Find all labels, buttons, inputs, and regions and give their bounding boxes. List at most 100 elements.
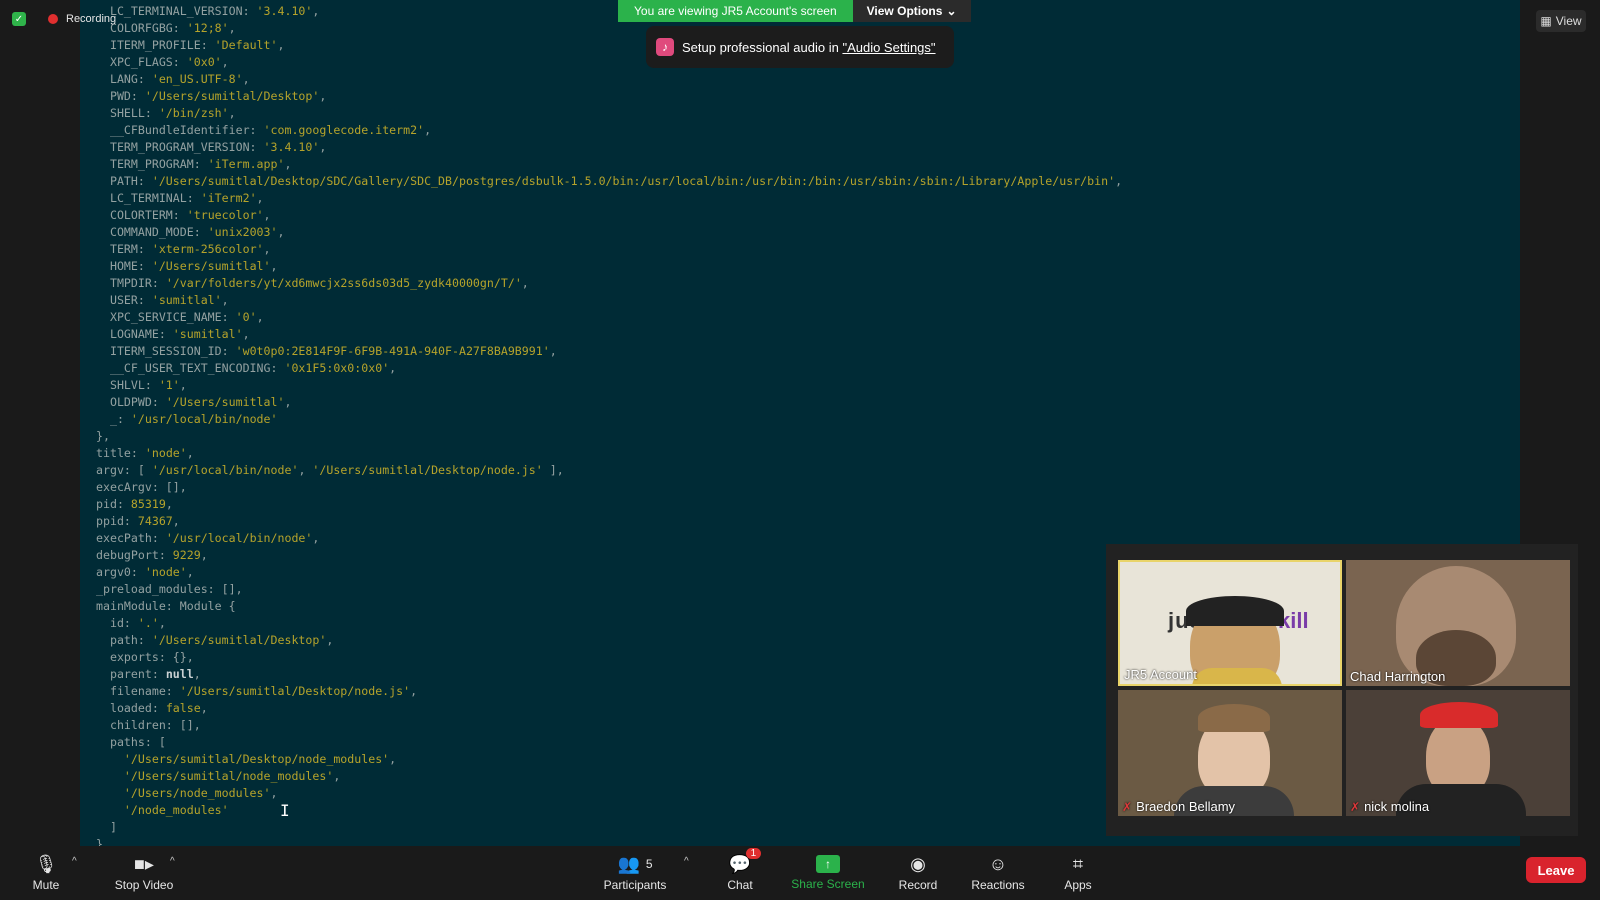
- audio-notification: ♪ Setup professional audio in "Audio Set…: [646, 26, 954, 68]
- terminal-line: id: '.',: [96, 616, 166, 630]
- participants-caret-icon[interactable]: ^: [684, 856, 689, 867]
- text-cursor-icon: I: [280, 801, 290, 820]
- chat-badge: 1: [745, 848, 762, 859]
- terminal-line: __CF_USER_TEXT_ENCODING: '0x1F5:0x0:0x0'…: [96, 361, 397, 375]
- chat-button[interactable]: 💬 1 Chat: [722, 846, 762, 900]
- participant-name-text: nick molina: [1364, 799, 1430, 814]
- terminal-line: parent: null,: [96, 667, 201, 681]
- terminal-line: path: '/Users/sumitlal/Desktop',: [96, 633, 334, 647]
- participants-button[interactable]: 👥 5 Participants: [600, 846, 670, 900]
- terminal-line: __CFBundleIdentifier: 'com.googlecode.it…: [96, 123, 432, 137]
- terminal-line: paths: [: [96, 735, 166, 749]
- terminal-line: '/Users/sumitlal/Desktop/node_modules',: [123, 752, 397, 766]
- share-screen-label: Share Screen: [791, 877, 865, 891]
- apps-button[interactable]: ⌗ Apps: [1058, 846, 1098, 900]
- participant-cap: [1420, 702, 1498, 728]
- participant-shirt: [1192, 668, 1282, 684]
- video-tile[interactable]: Chad Harrington: [1346, 560, 1570, 686]
- terminal-line: XPC_FLAGS: '0x0',: [96, 55, 229, 69]
- terminal-line: loaded: false,: [96, 701, 208, 715]
- terminal-line: exports: {},: [96, 650, 194, 664]
- terminal-line: filename: '/Users/sumitlal/Desktop/node.…: [96, 684, 418, 698]
- apps-icon: ⌗: [1072, 853, 1084, 874]
- terminal-line: COMMAND_MODE: 'unix2003',: [96, 225, 285, 239]
- terminal-line: '/node_modules': [123, 803, 229, 817]
- mute-label: Mute: [32, 878, 60, 892]
- microphone-icon: 🎙: [34, 853, 58, 874]
- video-options-caret-icon[interactable]: ^: [170, 856, 175, 867]
- meeting-toolbar: 🎙 Mute ^ ■▸ Stop Video ^ 👥 5 Participants…: [0, 846, 1600, 900]
- participant-name: ✗ Braedon Bellamy: [1122, 799, 1235, 814]
- chat-icon: 💬 1: [729, 848, 762, 874]
- mute-button[interactable]: 🎙 Mute: [28, 846, 64, 900]
- grid-icon: ▦: [1540, 14, 1552, 28]
- participant-name: Chad Harrington: [1350, 669, 1445, 684]
- reactions-button[interactable]: ☺ Reactions: [970, 846, 1026, 900]
- video-tile[interactable]: ✗ nick molina: [1346, 690, 1570, 816]
- terminal-line: pid: 85319,: [96, 497, 173, 511]
- terminal-line: _preload_modules: [],: [96, 582, 243, 596]
- participant-name-text: Chad Harrington: [1350, 669, 1446, 684]
- share-screen-icon: ↑: [816, 855, 840, 873]
- headset-shape: [1186, 596, 1284, 626]
- leave-button[interactable]: Leave: [1526, 857, 1586, 883]
- music-note-icon: ♪: [656, 38, 674, 56]
- terminal-line: OLDPWD: '/Users/sumitlal',: [96, 395, 292, 409]
- terminal-line: SHLVL: '1',: [96, 378, 187, 392]
- view-options-button[interactable]: View Options ⌄: [852, 0, 971, 22]
- video-tile[interactable]: ✗ Braedon Bellamy: [1118, 690, 1342, 816]
- terminal-line: argv: [ '/usr/local/bin/node', '/Users/s…: [96, 463, 564, 477]
- terminal-line: USER: 'sumitlal',: [96, 293, 229, 307]
- terminal-line: TERM_PROGRAM_VERSION: '3.4.10',: [96, 140, 327, 154]
- mic-off-icon: ✗: [1122, 799, 1133, 814]
- record-button[interactable]: ◉ Record: [896, 846, 940, 900]
- terminal-line: TMPDIR: '/var/folders/yt/xd6mwcjx2ss6ds0…: [96, 276, 529, 290]
- terminal-line: XPC_SERVICE_NAME: '0',: [96, 310, 264, 324]
- terminal-line: '/Users/node_modules',: [123, 786, 278, 800]
- participant-name-text: JR5 Account: [1124, 667, 1197, 682]
- stop-video-label: Stop Video: [114, 878, 174, 892]
- video-tile[interactable]: jus kill JR5 Account: [1118, 560, 1342, 686]
- participants-icon: 👥 5: [617, 853, 653, 874]
- smiley-icon: ☺: [988, 853, 1008, 874]
- notification-prefix: Setup professional audio in: [682, 39, 843, 55]
- terminal-line: _: '/usr/local/bin/node': [96, 412, 278, 426]
- terminal-line: ITERM_PROFILE: 'Default',: [96, 38, 285, 52]
- chat-label: Chat: [727, 878, 753, 892]
- notification-text: Setup professional audio in "Audio Setti…: [682, 40, 936, 55]
- view-button[interactable]: ▦ View: [1536, 10, 1586, 32]
- terminal-line: LC_TERMINAL: 'iTerm2',: [96, 191, 264, 205]
- record-label: Record: [898, 878, 938, 892]
- video-gallery: jus kill JR5 Account Chad Harrington ✗Br…: [1106, 544, 1578, 836]
- participants-count: 5: [645, 857, 653, 871]
- terminal-line: SHELL: '/bin/zsh',: [96, 106, 236, 120]
- shield-icon[interactable]: ✓: [12, 12, 26, 26]
- audio-options-caret-icon[interactable]: ^: [72, 856, 77, 867]
- meeting-status: ✓ Recording: [12, 12, 116, 26]
- viewing-message: You are viewing JR5 Account's screen: [618, 0, 853, 22]
- terminal-line: COLORTERM: 'truecolor',: [96, 208, 271, 222]
- apps-label: Apps: [1064, 878, 1092, 892]
- audio-settings-link[interactable]: "Audio Settings": [842, 40, 935, 55]
- participants-label: Participants: [603, 878, 667, 892]
- terminal-line: debugPort: 9229,: [96, 548, 208, 562]
- terminal-line: execArgv: [],: [96, 480, 187, 494]
- share-screen-button[interactable]: ↑ Share Screen: [790, 846, 866, 900]
- stop-video-button[interactable]: ■▸ Stop Video: [104, 846, 184, 900]
- terminal-line: }: [96, 837, 103, 846]
- participant-hair: [1198, 704, 1270, 732]
- terminal-output: LC_TERMINAL_VERSION: '3.4.10', COLORFGBG…: [80, 3, 1122, 846]
- terminal-line: ]: [96, 820, 117, 834]
- terminal-line: mainModule: Module {: [96, 599, 236, 613]
- terminal-line: },: [96, 429, 110, 443]
- recording-dot-icon: [48, 14, 58, 24]
- terminal-line: children: [],: [96, 718, 201, 732]
- terminal-line: '/Users/sumitlal/node_modules',: [123, 769, 341, 783]
- terminal-line: LANG: 'en_US.UTF-8',: [96, 72, 250, 86]
- recording-label[interactable]: Recording: [66, 13, 116, 25]
- mic-off-icon: ✗: [1350, 799, 1361, 814]
- reactions-label: Reactions: [971, 878, 1025, 892]
- screen-share-bar: You are viewing JR5 Account's screen Vie…: [618, 0, 971, 22]
- participant-name-text: Braedon Bellamy: [1136, 799, 1236, 814]
- chevron-down-icon: ⌄: [946, 4, 957, 18]
